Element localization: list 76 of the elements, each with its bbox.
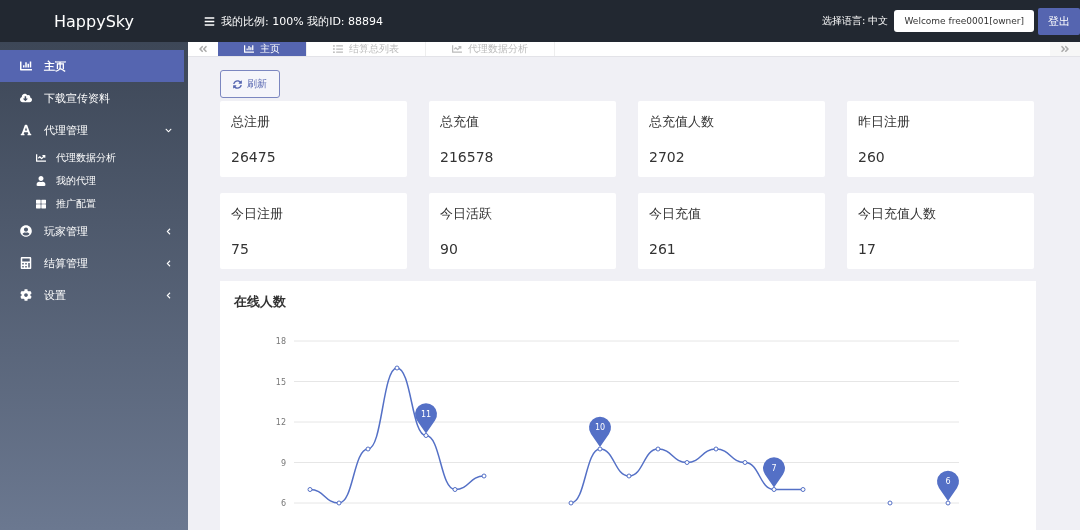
sidebar-item[interactable]: 主页 [0,50,184,82]
data-point [684,460,690,465]
calculator-icon [20,257,32,269]
grid-icon [36,198,46,209]
data-point [800,487,806,492]
data-point [307,487,313,492]
axis-tick-label: 9 [280,458,286,468]
sidebar-subitem[interactable]: 我的代理 [0,169,188,192]
stat-label: 今日活跃 [440,205,493,223]
language-selector[interactable]: 选择语言: 中文 [821,14,889,28]
welcome-label: Welcome free0001[owner] [894,10,1034,32]
data-point [626,473,632,479]
chart-title: 在线人数 [234,293,287,311]
stat-label: 总注册 [231,113,271,131]
double-chevron-left-icon [198,44,208,54]
sidebar-item[interactable]: 代理管理 [0,114,184,146]
tab[interactable]: 主页 [218,42,307,56]
brand-name: HappySky [53,11,135,31]
scroll-right-button[interactable] [1050,42,1080,56]
stat-value: 26475 [231,149,277,165]
marker-pin: 6 [937,470,959,501]
refresh-button[interactable]: 刷新 [220,70,280,98]
stat-label: 今日充值人数 [858,205,937,223]
bar-chart-icon [20,60,32,72]
line-chart-icon [36,152,46,163]
bar-chart-icon [244,44,254,54]
cloud-download-icon [20,92,32,104]
sidebar-item[interactable]: 下载宣传资料 [0,82,184,114]
stat-value: 75 [231,241,250,257]
refresh-icon [233,79,242,89]
logout-button[interactable]: 登出 [1038,7,1080,35]
axis-tick-label: 18 [275,337,286,346]
stat-label: 今日注册 [231,205,284,223]
data-point [887,500,893,506]
letter-icon [20,124,32,136]
stat-label: 昨日注册 [858,113,911,131]
marker-pin: 11 [415,403,437,434]
stat-label: 今日充值 [649,205,702,223]
axis-tick-label: 12 [275,418,286,427]
marker-pin: 10 [589,416,611,447]
sidebar-item[interactable]: 结算管理 [0,247,184,279]
double-chevron-right-icon [1060,44,1070,54]
user-icon [36,175,46,186]
stat-label: 总充值 [440,113,480,131]
data-point [423,433,429,438]
data-point [452,487,458,492]
stat-value: 260 [858,149,886,165]
data-point [568,500,574,506]
axis-tick-label: 15 [275,377,286,387]
sidebar-item[interactable]: 玩家管理 [0,215,184,247]
data-point [597,446,603,452]
stat-value: 90 [440,241,459,257]
settings-icon [20,289,32,301]
data-point [394,365,400,371]
menu-icon[interactable] [204,15,215,27]
stat-value: 17 [858,241,877,257]
account-info: 我的比例: 100% 我的ID: 88894 [221,13,384,29]
data-point [945,500,951,506]
stat-value: 2702 [649,149,686,165]
sidebar-subitem[interactable]: 代理数据分析 [0,146,188,169]
sidebar-item[interactable]: 设置 [0,279,184,311]
data-point [481,473,487,479]
data-point [655,446,661,452]
line-chart-icon [452,44,462,54]
data-point [336,500,342,506]
stat-value: 216578 [440,149,495,165]
data-point [742,460,748,465]
list-icon [333,44,343,54]
sidebar-subitem[interactable]: 推广配置 [0,192,188,215]
marker-pin: 7 [763,457,785,488]
data-point [365,446,371,452]
stat-value: 261 [649,241,677,257]
axis-tick-label: 6 [280,499,286,508]
stat-label: 总充值人数 [649,113,715,131]
data-point [713,446,719,452]
data-point [771,487,777,492]
